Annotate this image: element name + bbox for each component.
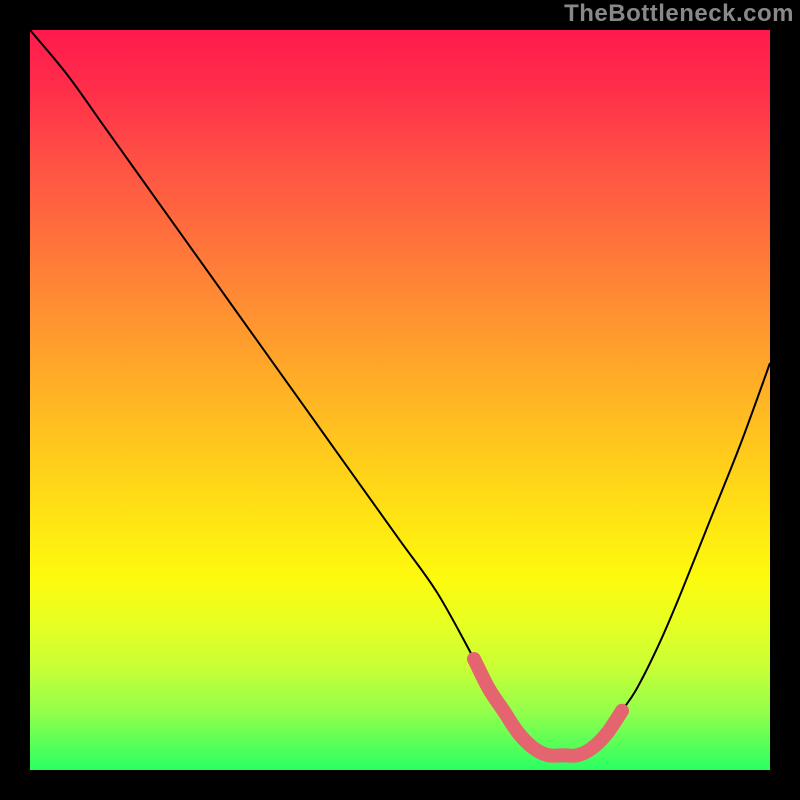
trough-highlight	[474, 659, 622, 756]
plot-area	[30, 30, 770, 770]
chart-frame: TheBottleneck.com	[0, 0, 800, 800]
watermark-text: TheBottleneck.com	[564, 0, 794, 28]
bottleneck-curve-line	[30, 30, 770, 756]
curve-svg	[30, 30, 770, 770]
